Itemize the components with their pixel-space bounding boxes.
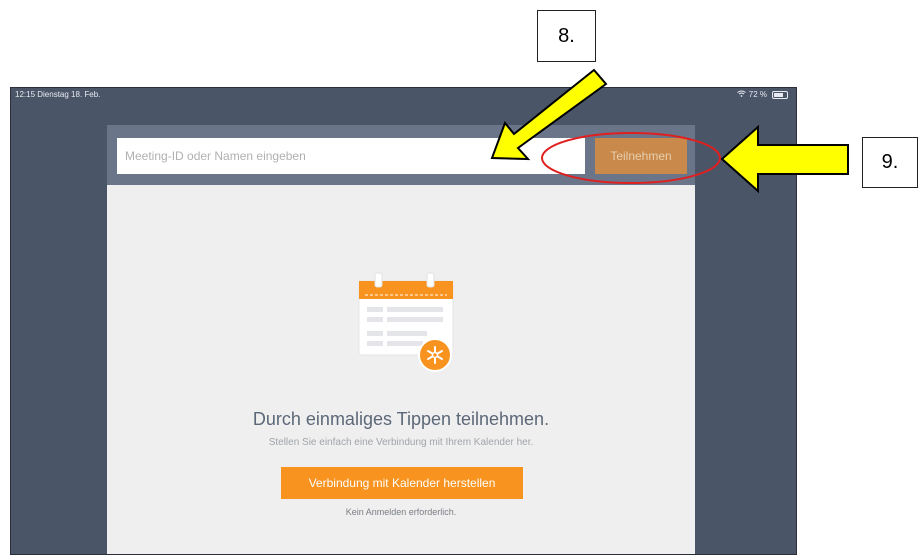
meeting-id-input[interactable] bbox=[117, 138, 585, 174]
battery-percent: 72 % bbox=[748, 90, 767, 99]
annotation-label-9: 9. bbox=[862, 137, 918, 188]
join-button[interactable]: Teilnehmen bbox=[595, 138, 687, 174]
status-bar: 12:15 Dienstag 18. Feb. 72 % bbox=[11, 88, 796, 102]
annotation-label-8: 8. bbox=[537, 10, 596, 62]
status-time-date: 12:15 Dienstag 18. Feb. bbox=[15, 90, 101, 99]
status-right: 72 % bbox=[736, 88, 788, 102]
connect-calendar-button[interactable]: Verbindung mit Kalender herstellen bbox=[281, 467, 523, 499]
calendar-illustration-icon bbox=[345, 267, 465, 375]
search-bar: Teilnehmen bbox=[107, 125, 695, 185]
wifi-icon bbox=[736, 88, 746, 102]
empty-state-subtitle: Stellen Sie einfach eine Verbindung mit … bbox=[268, 437, 534, 448]
battery-icon bbox=[772, 91, 788, 99]
no-login-note: Kein Anmelden erforderlich. bbox=[345, 507, 457, 517]
main-panel: Teilnehmen bbox=[107, 125, 695, 554]
empty-state-title: Durch einmaliges Tippen teilnehmen. bbox=[252, 409, 550, 429]
ipad-screen: 12:15 Dienstag 18. Feb. 72 % Teilnehmen bbox=[10, 87, 797, 555]
asterisk-badge-icon bbox=[418, 338, 452, 372]
